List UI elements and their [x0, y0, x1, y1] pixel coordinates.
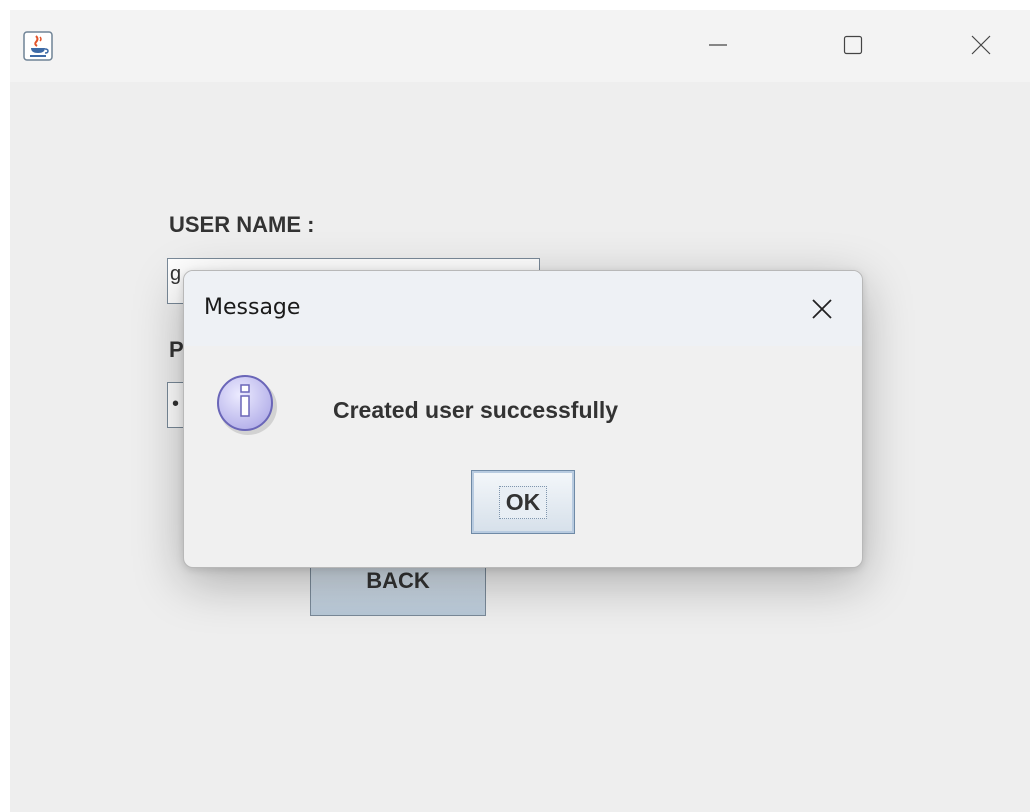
dialog-close-icon[interactable] [802, 289, 842, 329]
message-dialog: Message Created user successfully OK [183, 270, 863, 568]
minimize-icon[interactable] [695, 24, 741, 66]
java-cup-icon[interactable] [22, 30, 54, 62]
dialog-message: Created user successfully [333, 397, 619, 423]
info-icon [208, 365, 284, 441]
window-titlebar[interactable] [10, 10, 1030, 82]
username-label: USER NAME : [169, 212, 315, 237]
dialog-titlebar[interactable]: Message [184, 271, 862, 346]
password-label: P [169, 337, 184, 362]
maximize-icon[interactable] [830, 24, 876, 66]
ok-button-label: OK [498, 485, 548, 519]
dialog-title: Message [204, 295, 301, 320]
close-icon[interactable] [958, 24, 1004, 66]
ok-button[interactable]: OK [471, 470, 575, 534]
